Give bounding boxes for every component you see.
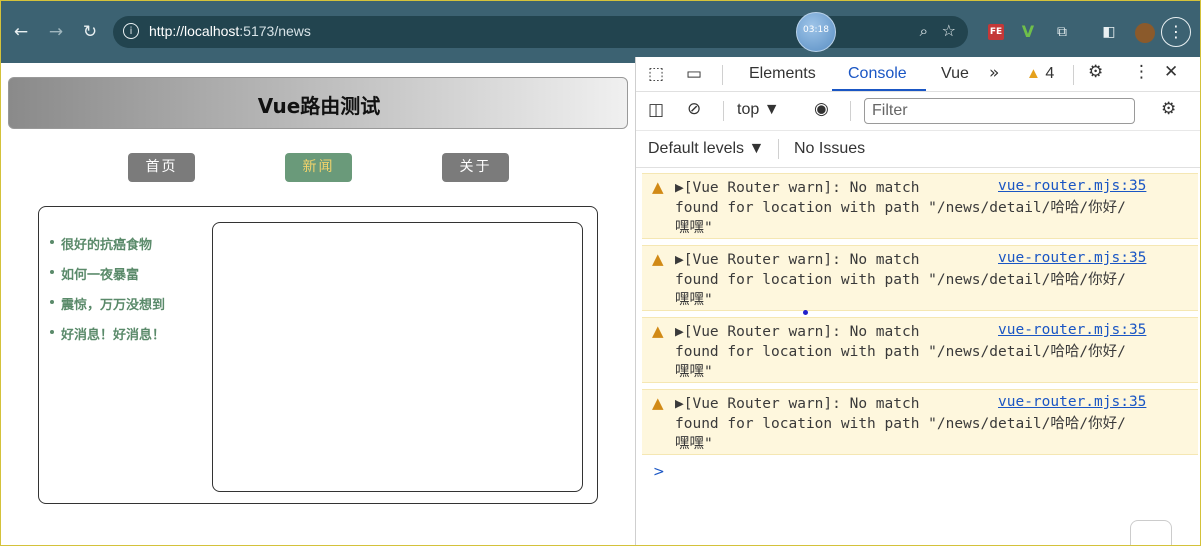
devtools-tab-bar: ⬚ ▭ Elements Console Vue » ▲ 4 ⚙ ⋮ ✕ (636, 57, 1200, 92)
forward-arrow-icon[interactable]: → (45, 21, 67, 43)
console-prompt[interactable]: > (653, 464, 665, 480)
warning-icon: ▲ (1026, 65, 1041, 82)
page-header: Vue路由测试 (8, 77, 628, 129)
back-arrow-icon[interactable]: ← (10, 21, 32, 43)
divider (723, 101, 724, 121)
warning-icon: ▲ (652, 250, 664, 268)
close-devtools-icon[interactable]: ✕ (1164, 62, 1178, 82)
source-link[interactable]: vue-router.mjs:35 (998, 322, 1146, 338)
news-link[interactable]: 如何一夜暴富 (49, 264, 165, 294)
bookmark-star-icon[interactable]: ☆ (942, 21, 956, 40)
warning-icon: ▲ (652, 322, 664, 340)
nav-link-home[interactable]: 首页 (128, 153, 195, 182)
browser-window: ← → ↻ i http://localhost:5173/news ⌕ ☆ 0… (0, 0, 1201, 546)
page-viewport: Vue路由测试 首页 新闻 关于 很好的抗癌食物 如何一夜暴富 震惊，万万没想到… (1, 63, 635, 545)
active-tab-indicator (832, 89, 926, 91)
mouse-cursor-dot (803, 310, 808, 315)
filter-field[interactable] (864, 98, 1135, 124)
address-bar[interactable]: i http://localhost:5173/news ⌕ ☆ (113, 16, 968, 48)
clear-console-icon[interactable]: ⊘ (687, 99, 701, 119)
news-link[interactable]: 震惊，万万没想到 (49, 294, 165, 324)
profile-avatar[interactable] (1135, 23, 1155, 43)
search-icon[interactable]: ⌕ (920, 22, 928, 40)
levels-bar: Default levels ▼ No Issues (636, 131, 1200, 168)
floating-widget-icon[interactable] (1130, 520, 1172, 545)
console-warning-message[interactable]: ▲ ▶[Vue Router warn]: No match found for… (642, 389, 1198, 455)
console-toolbar: ◫ ⊘ top ▼ ◉ ⚙ (636, 92, 1200, 131)
inspect-element-icon[interactable]: ⬚ (648, 64, 664, 84)
news-link[interactable]: 好消息！好消息！ (49, 324, 165, 354)
context-selector[interactable]: top ▼ (737, 101, 780, 119)
browser-toolbar: ← → ↻ i http://localhost:5173/news ⌕ ☆ 0… (1, 1, 1200, 63)
issues-link[interactable]: No Issues (794, 140, 865, 158)
nav-link-about[interactable]: 关于 (442, 153, 509, 182)
live-expression-eye-icon[interactable]: ◉ (814, 99, 829, 119)
news-detail-panel (212, 222, 583, 492)
warning-counter[interactable]: ▲ 4 (1026, 65, 1054, 83)
more-options-icon[interactable]: ⋮ (1133, 62, 1150, 82)
source-link[interactable]: vue-router.mjs:35 (998, 394, 1146, 410)
filter-input[interactable] (870, 99, 1129, 123)
more-tabs-icon[interactable]: » (989, 63, 999, 83)
source-link[interactable]: vue-router.mjs:35 (998, 178, 1146, 194)
devtools-panel: ⬚ ▭ Elements Console Vue » ▲ 4 ⚙ ⋮ ✕ ◫ ⊘… (635, 57, 1200, 545)
url-text[interactable]: http://localhost:5173/news (149, 23, 311, 39)
nav-link-news[interactable]: 新闻 (285, 153, 352, 182)
warning-icon: ▲ (652, 178, 664, 196)
device-toolbar-icon[interactable]: ▭ (686, 64, 702, 84)
news-link[interactable]: 很好的抗癌食物 (49, 234, 165, 264)
browser-menu-icon[interactable]: ⋮ (1161, 17, 1191, 47)
settings-gear-icon[interactable]: ⚙ (1088, 62, 1103, 82)
source-link[interactable]: vue-router.mjs:35 (998, 250, 1146, 266)
warning-icon: ▲ (652, 394, 664, 412)
console-warning-message[interactable]: ▲ ▶[Vue Router warn]: No match found for… (642, 245, 1198, 311)
tab-console[interactable]: Console (848, 65, 907, 83)
divider (850, 101, 851, 121)
side-panel-icon[interactable]: ◧ (1098, 21, 1120, 43)
sidebar-toggle-icon[interactable]: ◫ (648, 100, 664, 120)
page-title: Vue路由测试 (257, 94, 381, 118)
console-warning-message[interactable]: ▲ ▶[Vue Router warn]: No match found for… (642, 317, 1198, 383)
news-container: 很好的抗癌食物 如何一夜暴富 震惊，万万没想到 好消息！好消息！ (38, 206, 598, 504)
vue-devtools-extension-icon[interactable]: V (1017, 21, 1039, 43)
reload-icon[interactable]: ↻ (79, 21, 101, 43)
site-info-icon[interactable]: i (123, 23, 139, 39)
divider (722, 65, 723, 85)
divider (778, 139, 779, 159)
default-levels-dropdown[interactable]: Default levels ▼ (648, 140, 764, 158)
console-warning-message[interactable]: ▲ ▶[Vue Router warn]: No match found for… (642, 173, 1198, 239)
tab-elements[interactable]: Elements (749, 65, 816, 83)
console-settings-gear-icon[interactable]: ⚙ (1161, 99, 1176, 119)
tab-vue[interactable]: Vue (941, 65, 969, 83)
fe-extension-icon[interactable]: FE (988, 24, 1004, 40)
divider (1073, 65, 1074, 85)
clock-badge[interactable]: 03:18 (796, 12, 836, 52)
extensions-puzzle-icon[interactable]: ⧉ (1051, 21, 1073, 43)
news-list: 很好的抗癌食物 如何一夜暴富 震惊，万万没想到 好消息！好消息！ (49, 234, 165, 354)
